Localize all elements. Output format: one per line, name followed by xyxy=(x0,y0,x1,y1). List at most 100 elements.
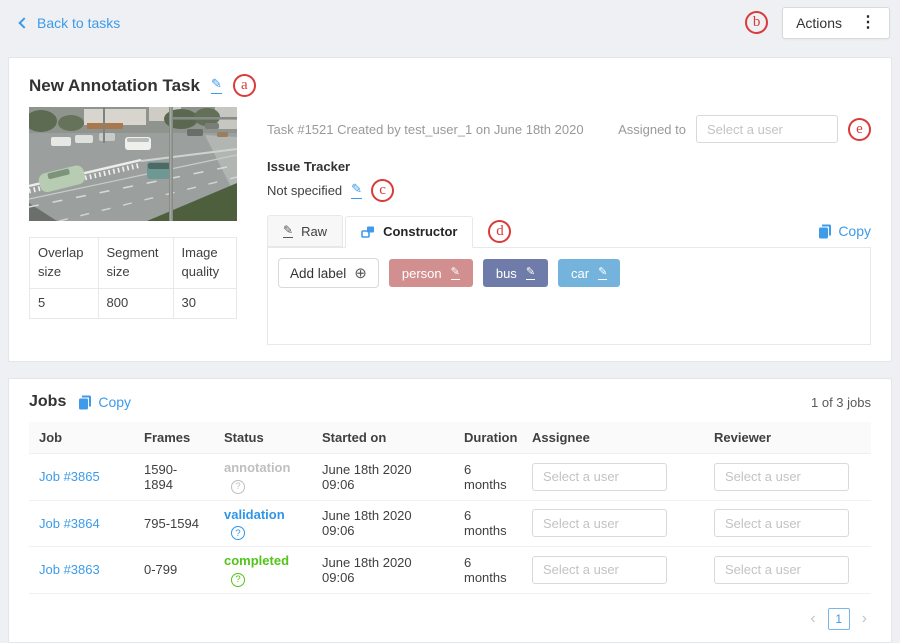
col-reviewer: Reviewer xyxy=(704,422,871,454)
issue-tracker-value-row: Not specified ✎ c xyxy=(267,179,871,202)
overlay-letter-b: b xyxy=(745,11,768,34)
task-meta-text: Task #1521 Created by test_user_1 on Jun… xyxy=(267,122,584,137)
page-title: New Annotation Task xyxy=(29,76,200,96)
assignee-select[interactable] xyxy=(696,115,838,143)
status-help-icon[interactable]: ? xyxy=(231,526,245,540)
param-overlap-header: Overlap size xyxy=(30,238,99,289)
topbar-right: b Actions ⋮ xyxy=(745,7,890,39)
actions-label: Actions xyxy=(796,15,842,31)
task-columns: Overlap size Segment size Image quality … xyxy=(29,107,871,345)
copy-labels-label: Copy xyxy=(838,223,871,239)
overlay-letter-c: c xyxy=(371,179,394,202)
param-overlap-value: 5 xyxy=(30,288,99,318)
label-chip-person-text: person xyxy=(402,266,442,281)
jobs-table-header-row: Job Frames Status Started on Duration As… xyxy=(29,422,871,454)
add-label-button[interactable]: Add label ⊕ xyxy=(278,258,379,288)
job-frames: 0-799 xyxy=(134,547,214,594)
col-frames: Frames xyxy=(134,422,214,454)
edit-title-icon[interactable]: ✎ xyxy=(211,77,222,93)
issue-tracker-value: Not specified xyxy=(267,183,342,198)
job-assignee-select[interactable] xyxy=(532,556,667,584)
job-frames: 1590-1894 xyxy=(134,454,214,501)
label-chip-car-text: car xyxy=(571,266,589,281)
task-meta-row: Task #1521 Created by test_user_1 on Jun… xyxy=(267,115,871,143)
job-started: June 18th 2020 09:06 xyxy=(312,454,454,501)
label-chip-bus-text: bus xyxy=(496,266,517,281)
job-link[interactable]: Job #3865 xyxy=(39,469,100,484)
issue-tracker-label: Issue Tracker xyxy=(267,159,871,174)
copy-icon xyxy=(818,224,832,239)
copy-jobs-link[interactable]: Copy xyxy=(78,394,131,410)
jobs-header: Jobs Copy 1 of 3 jobs xyxy=(29,389,871,413)
col-duration: Duration xyxy=(454,422,522,454)
edit-label-car-icon[interactable]: ✎ xyxy=(598,266,607,279)
pagination-prev-icon[interactable]: ‹ xyxy=(810,611,815,627)
pencil-icon: ✎ xyxy=(283,224,293,238)
label-chip-bus[interactable]: bus ✎ xyxy=(483,259,548,287)
job-row: Job #3864 795-1594 validation? June 18th… xyxy=(29,500,871,547)
col-job: Job xyxy=(29,422,134,454)
job-status: completed xyxy=(224,553,289,568)
job-assignee-select[interactable] xyxy=(532,463,667,491)
more-icon: ⋮ xyxy=(860,15,876,31)
job-assignee-select[interactable] xyxy=(532,509,667,537)
back-chevron-icon xyxy=(18,17,29,28)
param-segment-header: Segment size xyxy=(98,238,173,289)
job-frames: 795-1594 xyxy=(134,500,214,547)
status-help-icon[interactable]: ? xyxy=(231,573,245,587)
param-quality-value: 30 xyxy=(173,288,236,318)
task-params-table: Overlap size Segment size Image quality … xyxy=(29,237,237,319)
params-value-row: 5 800 30 xyxy=(30,288,237,318)
overlay-letter-e: e xyxy=(848,118,871,141)
job-duration: 6 months xyxy=(454,454,522,501)
job-row: Job #3865 1590-1894 annotation? June 18t… xyxy=(29,454,871,501)
job-started: June 18th 2020 09:06 xyxy=(312,547,454,594)
job-row: Job #3863 0-799 completed? June 18th 202… xyxy=(29,547,871,594)
param-segment-value: 800 xyxy=(98,288,173,318)
labels-constructor-panel: Add label ⊕ person ✎ bus ✎ car ✎ xyxy=(267,247,871,345)
top-bar: Back to tasks b Actions ⋮ xyxy=(0,0,900,45)
task-preview-image xyxy=(29,107,237,221)
tab-constructor-label: Constructor xyxy=(383,224,457,239)
task-left-column: Overlap size Segment size Image quality … xyxy=(29,107,237,345)
job-reviewer-select[interactable] xyxy=(714,509,849,537)
label-chip-car[interactable]: car ✎ xyxy=(558,259,620,287)
add-label-text: Add label xyxy=(290,266,346,281)
params-header-row: Overlap size Segment size Image quality xyxy=(30,238,237,289)
jobs-card: Jobs Copy 1 of 3 jobs Job Frames Status … xyxy=(8,378,892,643)
jobs-pagination: ‹ 1 › xyxy=(29,608,871,630)
job-status: validation xyxy=(224,507,285,522)
job-status: annotation xyxy=(224,460,290,475)
assigned-to-group: Assigned to e xyxy=(618,115,871,143)
task-title-row: New Annotation Task ✎ a xyxy=(29,64,871,107)
tab-raw[interactable]: ✎ Raw xyxy=(267,215,343,247)
job-duration: 6 months xyxy=(454,500,522,547)
jobs-title: Jobs xyxy=(29,393,66,411)
job-link[interactable]: Job #3864 xyxy=(39,516,100,531)
plus-circle-icon: ⊕ xyxy=(354,266,367,281)
param-quality-header: Image quality xyxy=(173,238,236,289)
assigned-to-label: Assigned to xyxy=(618,122,686,137)
edit-label-person-icon[interactable]: ✎ xyxy=(451,266,460,279)
copy-labels-link[interactable]: Copy xyxy=(818,223,871,239)
job-reviewer-select[interactable] xyxy=(714,463,849,491)
jobs-count: 1 of 3 jobs xyxy=(811,395,871,410)
task-right-column: Task #1521 Created by test_user_1 on Jun… xyxy=(267,107,871,345)
edit-issue-tracker-icon[interactable]: ✎ xyxy=(351,182,362,198)
job-duration: 6 months xyxy=(454,547,522,594)
label-chip-person[interactable]: person ✎ xyxy=(389,259,473,287)
actions-button[interactable]: Actions ⋮ xyxy=(782,7,890,39)
jobs-table: Job Frames Status Started on Duration As… xyxy=(29,422,871,594)
job-reviewer-select[interactable] xyxy=(714,556,849,584)
status-help-icon[interactable]: ? xyxy=(231,480,245,494)
col-assignee: Assignee xyxy=(522,422,704,454)
tab-raw-label: Raw xyxy=(301,224,327,239)
tab-constructor[interactable]: Constructor xyxy=(345,216,473,248)
edit-label-bus-icon[interactable]: ✎ xyxy=(526,266,535,279)
job-link[interactable]: Job #3863 xyxy=(39,562,100,577)
back-to-tasks-link[interactable]: Back to tasks xyxy=(20,15,120,31)
overlay-letter-a: a xyxy=(233,74,256,97)
pagination-page-1[interactable]: 1 xyxy=(828,608,850,630)
col-started-on: Started on xyxy=(312,422,454,454)
pagination-next-icon[interactable]: › xyxy=(862,611,867,627)
